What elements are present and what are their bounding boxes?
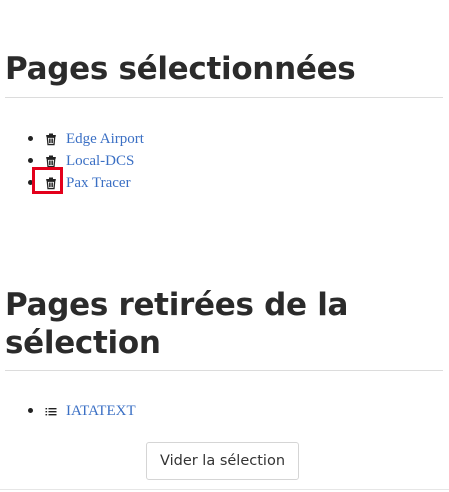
bullet-dot <box>28 136 33 141</box>
bullet-dot <box>28 408 33 413</box>
trash-icon[interactable] <box>44 132 58 146</box>
list-add-icon[interactable] <box>44 404 58 418</box>
page-link-iatatext[interactable]: IATATEXT <box>66 400 136 422</box>
page-link-pax-tracer[interactable]: Pax Tracer <box>66 172 131 194</box>
selected-pages-heading: Pages sélectionnées <box>5 51 356 87</box>
bullet-dot <box>28 180 33 185</box>
trash-icon[interactable] <box>44 154 58 168</box>
footer-divider <box>0 489 449 490</box>
divider <box>5 370 443 371</box>
trash-icon[interactable] <box>44 176 58 190</box>
divider <box>5 97 443 98</box>
removed-pages-heading: Pages retirées de la sélection <box>5 287 349 361</box>
bullet-dot <box>28 158 33 163</box>
page-link-local-dcs[interactable]: Local-DCS <box>66 150 134 172</box>
clear-selection-button[interactable]: Vider la sélection <box>146 442 299 480</box>
page-link-edge-airport[interactable]: Edge Airport <box>66 128 144 150</box>
selection-page: Pages sélectionnées Edge Airport Local-D… <box>0 0 449 492</box>
